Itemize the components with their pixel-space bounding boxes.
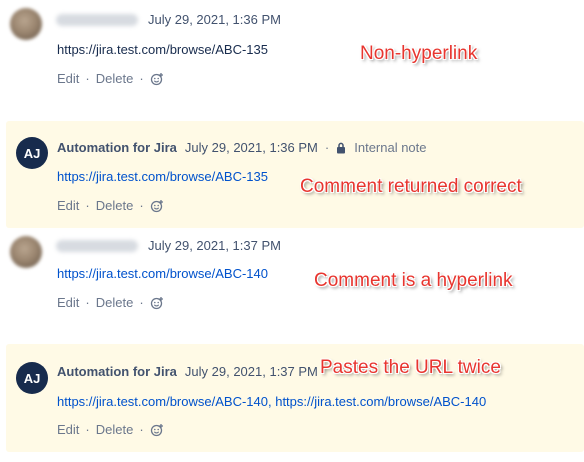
author-name-blurred[interactable] [56, 13, 138, 26]
comment-actions: Edit · Delete · [57, 198, 164, 213]
comment-body: https://jira.test.com/browse/ABC-140 [57, 266, 268, 281]
add-reaction-icon[interactable] [150, 296, 164, 310]
comment-link[interactable]: https://jira.test.com/browse/ABC-140, [57, 394, 272, 409]
separator: · [139, 422, 144, 437]
comment-header: Automation for Jira July 29, 2021, 1:37 … [57, 364, 318, 379]
comment-link[interactable]: https://jira.test.com/browse/ABC-135 [57, 169, 268, 184]
separator: · [85, 198, 90, 213]
delete-button[interactable]: Delete [96, 71, 134, 86]
add-reaction-icon[interactable] [150, 423, 164, 437]
comment-body: https://jira.test.com/browse/ABC-135 [57, 42, 268, 57]
comment-header: Automation for Jira July 29, 2021, 1:36 … [57, 140, 427, 155]
avatar[interactable] [10, 236, 42, 268]
author-name[interactable]: Automation for Jira [57, 364, 177, 379]
edit-button[interactable]: Edit [57, 198, 79, 213]
comment-1: July 29, 2021, 1:36 PM https://jira.test… [0, 0, 584, 110]
add-reaction-icon[interactable] [150, 72, 164, 86]
visibility-label: Internal note [354, 140, 427, 155]
edit-button[interactable]: Edit [57, 422, 79, 437]
comment-header: July 29, 2021, 1:36 PM [56, 12, 281, 27]
comment-4: AJ Automation for Jira July 29, 2021, 1:… [6, 344, 584, 452]
author-name[interactable]: Automation for Jira [57, 140, 177, 155]
timestamp[interactable]: July 29, 2021, 1:37 PM [185, 364, 318, 379]
timestamp[interactable]: July 29, 2021, 1:36 PM [148, 12, 281, 27]
edit-button[interactable]: Edit [57, 295, 79, 310]
author-name-blurred[interactable] [56, 239, 138, 252]
avatar[interactable]: AJ [16, 137, 48, 169]
annotation-label: Pastes the URL twice [320, 357, 501, 378]
separator: · [85, 295, 90, 310]
comment-actions: Edit · Delete · [57, 71, 164, 86]
avatar[interactable] [10, 8, 42, 40]
separator: · [85, 71, 90, 86]
comment-actions: Edit · Delete · [57, 295, 164, 310]
comment-actions: Edit · Delete · [57, 422, 164, 437]
comment-2-internal: AJ Automation for Jira July 29, 2021, 1:… [6, 121, 584, 228]
delete-button[interactable]: Delete [96, 198, 134, 213]
delete-button[interactable]: Delete [96, 422, 134, 437]
comment-body: https://jira.test.com/browse/ABC-135 [57, 169, 268, 184]
avatar[interactable]: AJ [16, 362, 48, 394]
annotation-label: Comment returned correct [300, 176, 522, 197]
edit-button[interactable]: Edit [57, 71, 79, 86]
delete-button[interactable]: Delete [96, 295, 134, 310]
comment-link[interactable]: https://jira.test.com/browse/ABC-140 [275, 394, 486, 409]
comment-body: https://jira.test.com/browse/ABC-140, ht… [57, 394, 486, 409]
comment-header: July 29, 2021, 1:37 PM [56, 238, 281, 253]
timestamp[interactable]: July 29, 2021, 1:37 PM [148, 238, 281, 253]
separator: · [139, 71, 144, 86]
add-reaction-icon[interactable] [150, 199, 164, 213]
annotation-label: Comment is a hyperlink [314, 270, 513, 291]
separator: · [139, 295, 144, 310]
comment-3: July 29, 2021, 1:37 PM https://jira.test… [0, 228, 584, 328]
separator: · [324, 140, 330, 155]
comment-link[interactable]: https://jira.test.com/browse/ABC-140 [57, 266, 268, 281]
separator: · [85, 422, 90, 437]
lock-icon [337, 142, 346, 153]
annotation-label: Non-hyperlink [360, 43, 478, 64]
timestamp[interactable]: July 29, 2021, 1:36 PM [185, 140, 318, 155]
separator: · [139, 198, 144, 213]
